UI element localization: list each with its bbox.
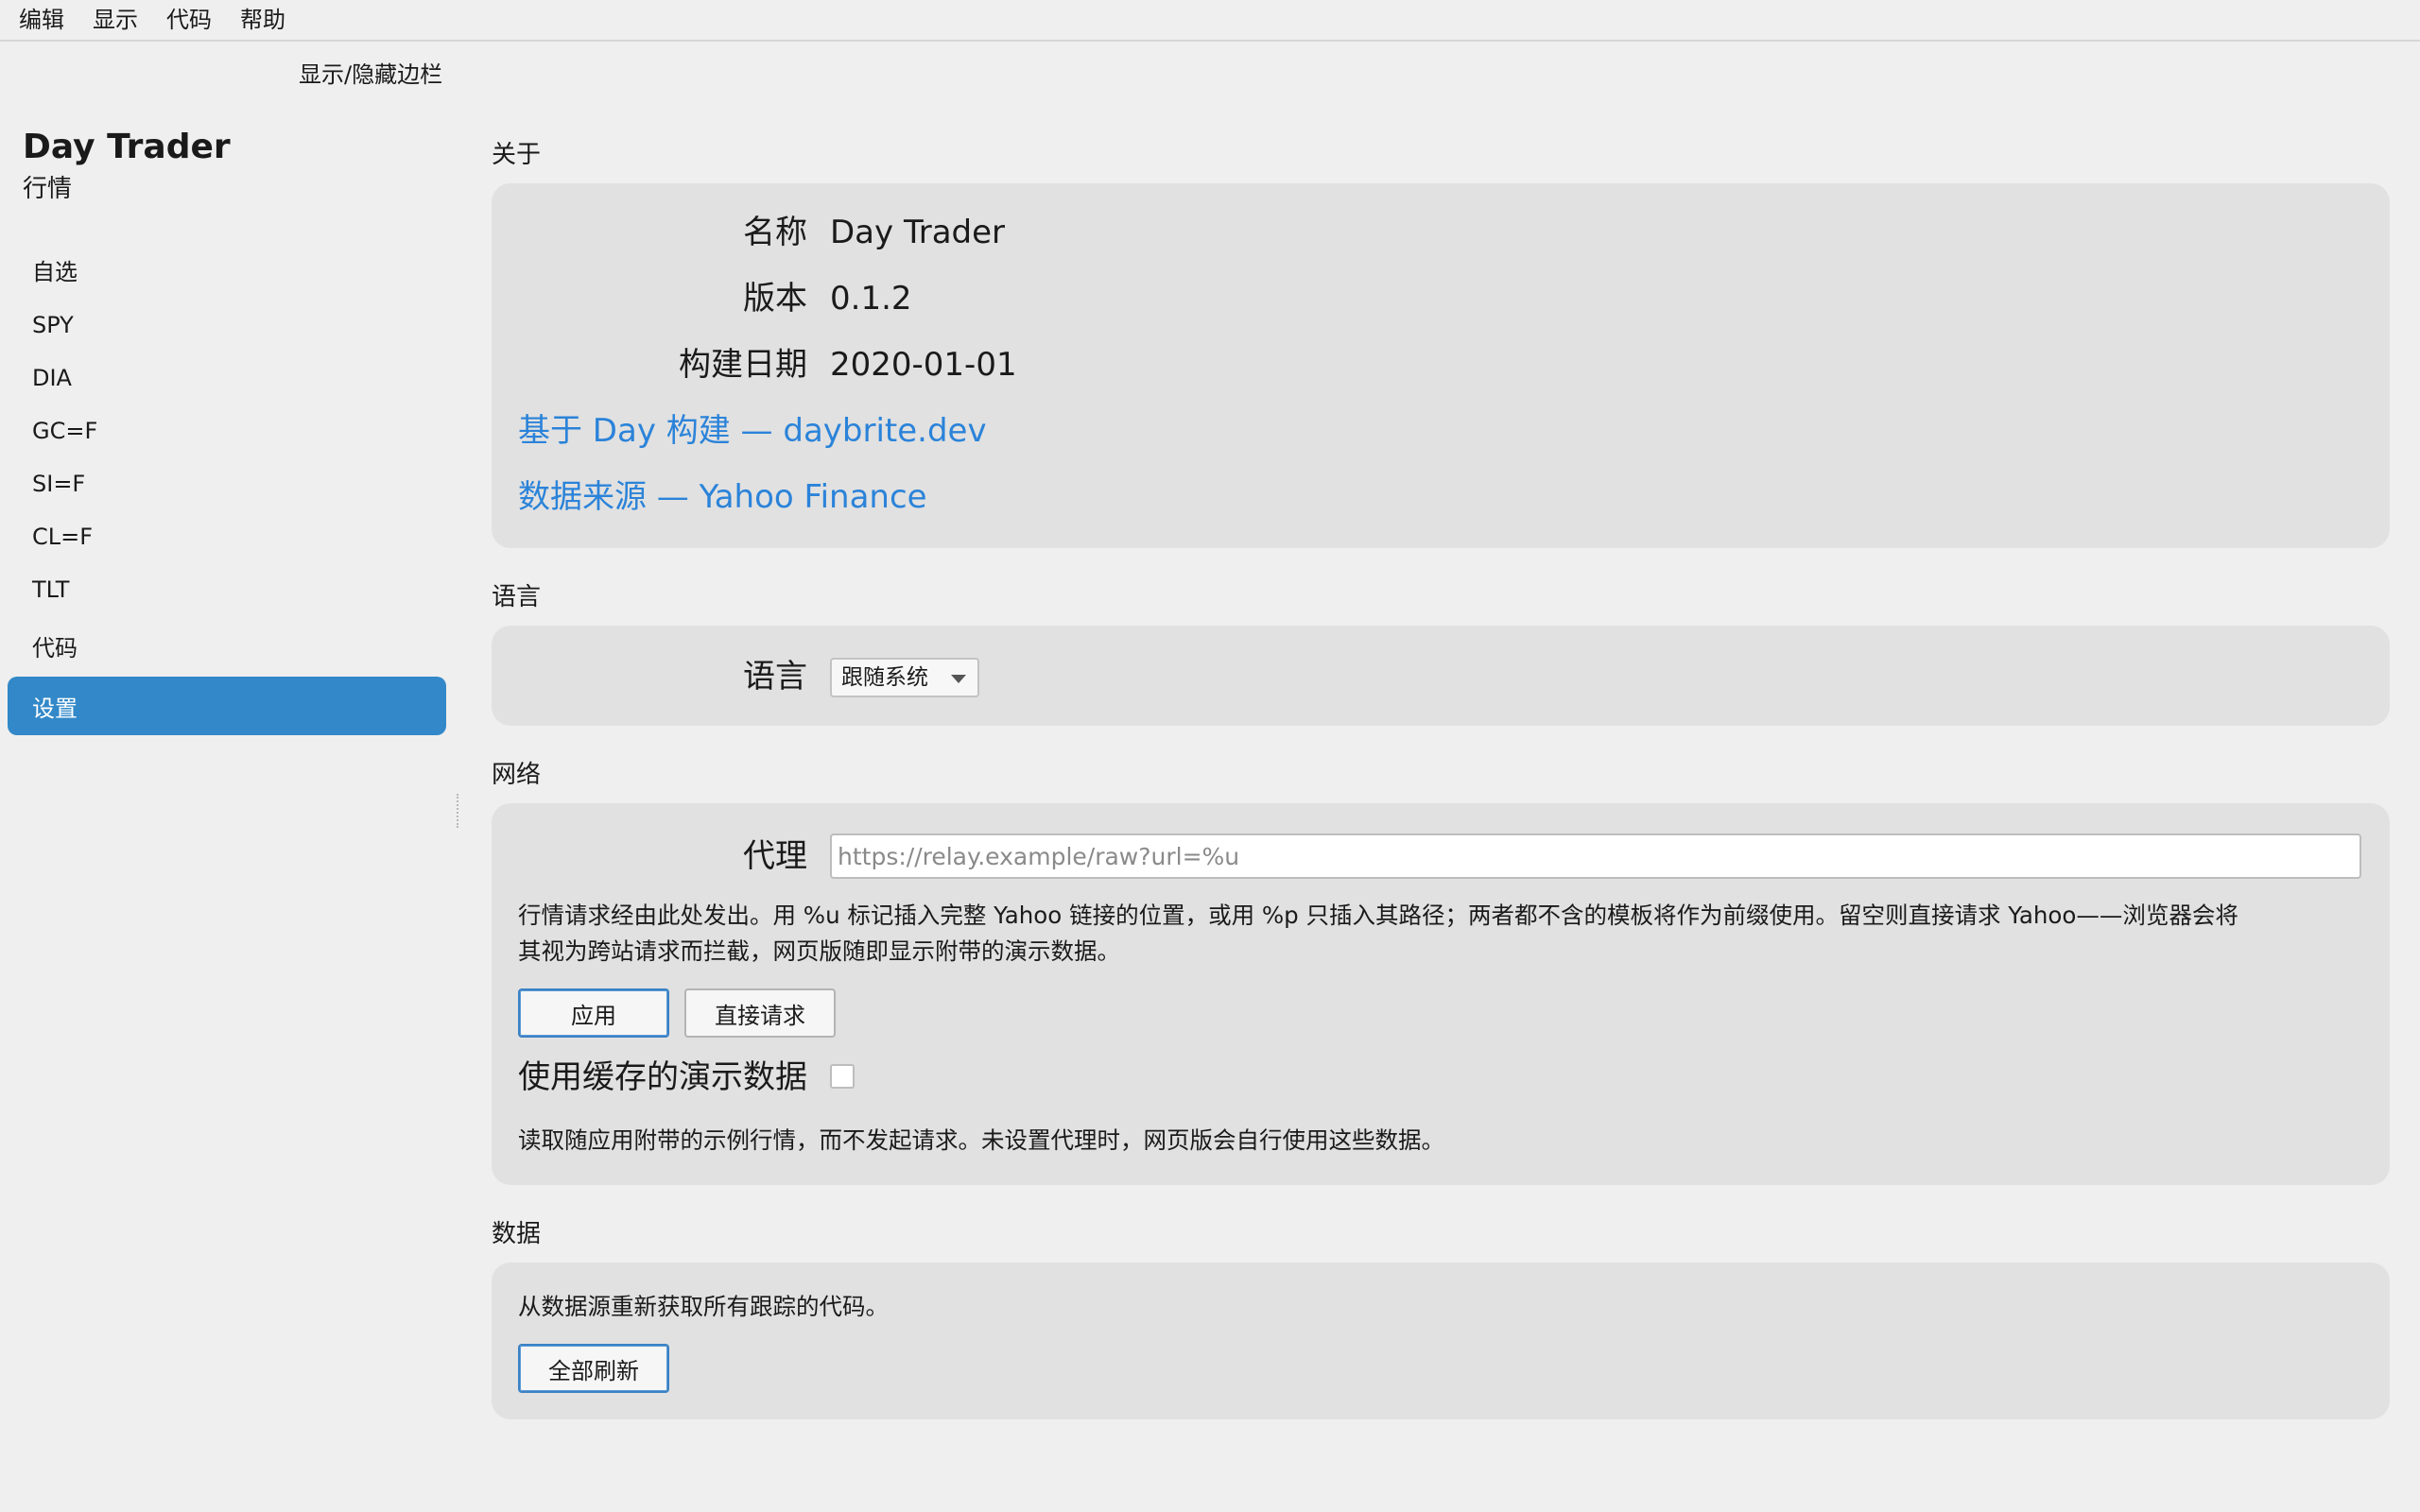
sidebar-splitter-handle[interactable]: [457, 794, 458, 828]
apply-button[interactable]: 应用: [518, 988, 669, 1038]
sidebar-item-watchlist[interactable]: 自选: [8, 240, 446, 299]
sidebar-item-dia[interactable]: DIA: [8, 352, 446, 404]
proxy-help-line-2: 其视为跨站请求而拦截，网页版随即显示附带的演示数据。: [518, 937, 1120, 965]
language-section-title: 语言: [492, 583, 542, 611]
about-section-title: 关于: [492, 141, 542, 169]
menu-help[interactable]: 帮助: [240, 0, 285, 41]
sidebar-item-spy[interactable]: SPY: [8, 299, 446, 352]
app-title: Day Trader: [23, 128, 231, 166]
language-select-value: 跟随系统: [841, 665, 928, 690]
proxy-help-text: 行情请求经由此处发出。用 %u 标记插入完整 Yahoo 链接的位置，或用 %p…: [518, 898, 2371, 970]
cache-help-text: 读取随应用附带的示例行情，而不发起请求。未设置代理时，网页版会自行使用这些数据。: [518, 1126, 1444, 1154]
cache-label: 使用缓存的演示数据: [518, 1058, 807, 1096]
use-cache-checkbox[interactable]: [830, 1064, 855, 1089]
sidebar-item-settings[interactable]: 设置: [8, 677, 446, 735]
sidebar-item-label: 设置: [32, 695, 78, 722]
proxy-help-line-1: 行情请求经由此处发出。用 %u 标记插入完整 Yahoo 链接的位置，或用 %p…: [518, 902, 2238, 929]
sidebar-item-label: DIA: [32, 365, 72, 391]
sidebar-item-crude[interactable]: CL=F: [8, 510, 446, 563]
data-panel: 从数据源重新获取所有跟踪的代码。 全部刷新: [492, 1263, 2390, 1419]
sidebar-item-symbols[interactable]: 代码: [8, 616, 446, 675]
network-section-title: 网络: [492, 761, 542, 789]
version-value: 0.1.2: [830, 280, 912, 318]
sidebar-item-label: CL=F: [32, 524, 94, 550]
sidebar-item-label: 自选: [32, 258, 78, 285]
menu-view[interactable]: 显示: [93, 0, 138, 41]
refresh-all-button[interactable]: 全部刷新: [518, 1344, 669, 1393]
menu-symbols[interactable]: 代码: [166, 0, 212, 41]
sidebar-item-label: SPY: [32, 312, 74, 338]
data-source-link[interactable]: 数据来源 — Yahoo Finance: [518, 476, 927, 518]
menu-edit[interactable]: 编辑: [19, 0, 64, 41]
chevron-down-icon: [951, 675, 966, 683]
menu-bar: 编辑 显示 代码 帮助: [0, 0, 2420, 42]
sidebar-item-label: 代码: [32, 634, 78, 662]
app-subtitle: 行情: [23, 175, 73, 203]
name-label: 名称: [743, 214, 807, 251]
version-label: 版本: [743, 280, 807, 318]
direct-request-button[interactable]: 直接请求: [684, 988, 836, 1038]
sidebar-item-label: GC=F: [32, 418, 98, 444]
proxy-label: 代理: [743, 837, 807, 875]
proxy-input[interactable]: [830, 833, 2361, 879]
language-select[interactable]: 跟随系统: [830, 658, 979, 697]
sidebar-item-tlt[interactable]: TLT: [8, 563, 446, 616]
sidebar-item-silver[interactable]: SI=F: [8, 457, 446, 510]
language-panel: 语言 跟随系统: [492, 626, 2390, 726]
sidebar-item-gold[interactable]: GC=F: [8, 404, 446, 457]
built-with-link[interactable]: 基于 Day 构建 — daybrite.dev: [518, 410, 987, 452]
data-description: 从数据源重新获取所有跟踪的代码。: [518, 1293, 889, 1320]
sidebar-nav: 自选 SPY DIA GC=F SI=F CL=F TLT 代码 设置: [8, 240, 446, 735]
language-label: 语言: [743, 658, 807, 696]
build-date-value: 2020-01-01: [830, 346, 1017, 384]
build-date-label: 构建日期: [679, 346, 807, 384]
sidebar-item-label: TLT: [32, 576, 70, 603]
network-panel: 代理 行情请求经由此处发出。用 %u 标记插入完整 Yahoo 链接的位置，或用…: [492, 803, 2390, 1185]
toggle-sidebar-button[interactable]: 显示/隐藏边栏: [299, 60, 442, 89]
sidebar-item-label: SI=F: [32, 471, 86, 497]
about-panel: 名称 Day Trader 版本 0.1.2 构建日期 2020-01-01 基…: [492, 183, 2390, 548]
name-value: Day Trader: [830, 214, 1006, 251]
data-section-title: 数据: [492, 1220, 542, 1248]
